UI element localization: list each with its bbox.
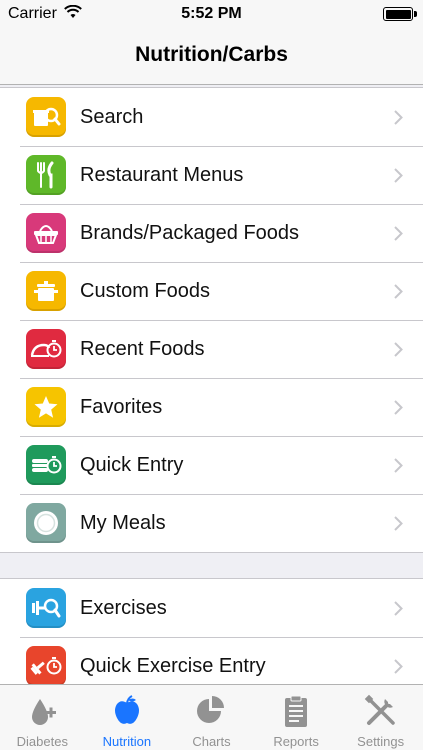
menu-item-label: Custom Foods xyxy=(80,280,211,302)
menu-item-label: Quick Entry xyxy=(80,454,184,476)
tab-nutrition[interactable]: Nutrition xyxy=(85,685,170,750)
navigation-bar: Nutrition/Carbs xyxy=(0,28,423,85)
chevron-right-icon xyxy=(394,400,403,415)
menu-item-quick-entry[interactable]: Quick Entry xyxy=(0,436,423,494)
quick-entry-icon xyxy=(26,445,66,485)
quick-exercise-icon xyxy=(26,646,66,686)
menu-item-favorites[interactable]: Favorites xyxy=(0,378,423,436)
tab-charts[interactable]: Charts xyxy=(169,685,254,750)
menu-item-brands-packaged-foods[interactable]: Brands/Packaged Foods xyxy=(0,204,423,262)
menu-item-search[interactable]: Search xyxy=(0,88,423,146)
menu-item-recent-foods[interactable]: Recent Foods xyxy=(0,320,423,378)
recent-food-icon xyxy=(26,329,66,369)
dumbbell-search-icon xyxy=(26,588,66,628)
menu-item-label: Restaurant Menus xyxy=(80,164,244,186)
chevron-right-icon xyxy=(394,284,403,299)
menu-item-exercises[interactable]: Exercises xyxy=(0,579,423,637)
tools-icon xyxy=(364,694,395,725)
tab-diabetes[interactable]: Diabetes xyxy=(0,685,85,750)
chevron-right-icon xyxy=(394,659,403,674)
tab-label: Diabetes xyxy=(16,734,68,749)
menu-item-label: Recent Foods xyxy=(80,338,205,360)
clipboard-icon xyxy=(285,695,308,727)
tab-label: Nutrition xyxy=(102,734,152,749)
tab-reports[interactable]: Reports xyxy=(254,685,339,750)
diabetes-icon xyxy=(32,699,57,725)
plate-icon xyxy=(26,503,66,543)
chevron-right-icon xyxy=(394,226,403,241)
menu-item-label: My Meals xyxy=(80,512,166,534)
chevron-right-icon xyxy=(394,342,403,357)
food-menu-section: Search Restaurant Menus Brands/Packaged … xyxy=(0,87,423,553)
apple-icon xyxy=(114,695,139,724)
basket-icon xyxy=(26,213,66,253)
menu-item-restaurant-menus[interactable]: Restaurant Menus xyxy=(0,146,423,204)
fork-knife-icon xyxy=(26,155,66,195)
chevron-right-icon xyxy=(394,168,403,183)
chevron-right-icon xyxy=(394,458,403,473)
tab-bar: Diabetes Nutrition Charts Reports Settin… xyxy=(0,684,423,750)
chevron-right-icon xyxy=(394,110,403,125)
tab-label: Charts xyxy=(192,734,231,749)
pot-icon xyxy=(26,271,66,311)
battery-icon xyxy=(383,7,417,21)
menu-item-label: Exercises xyxy=(80,597,167,619)
chevron-right-icon xyxy=(394,516,403,531)
menu-item-label: Brands/Packaged Foods xyxy=(80,222,300,244)
tab-label: Reports xyxy=(273,734,319,749)
exercise-menu-section: Exercises Quick Exercise Entry xyxy=(0,578,423,695)
menu-item-label: Search xyxy=(80,106,144,128)
page-title: Nutrition/Carbs xyxy=(135,43,288,66)
tab-settings[interactable]: Settings xyxy=(338,685,423,750)
clock: 5:52 PM xyxy=(181,5,242,22)
search-food-icon xyxy=(26,97,66,137)
chevron-right-icon xyxy=(394,601,403,616)
menu-item-custom-foods[interactable]: Custom Foods xyxy=(0,262,423,320)
star-icon xyxy=(26,387,66,427)
pie-chart-icon xyxy=(197,696,225,723)
status-bar: Carrier 5:52 PM xyxy=(0,0,423,28)
menu-item-label: Favorites xyxy=(80,396,163,418)
tab-label: Settings xyxy=(357,734,405,749)
menu-item-my-meals[interactable]: My Meals xyxy=(0,494,423,552)
